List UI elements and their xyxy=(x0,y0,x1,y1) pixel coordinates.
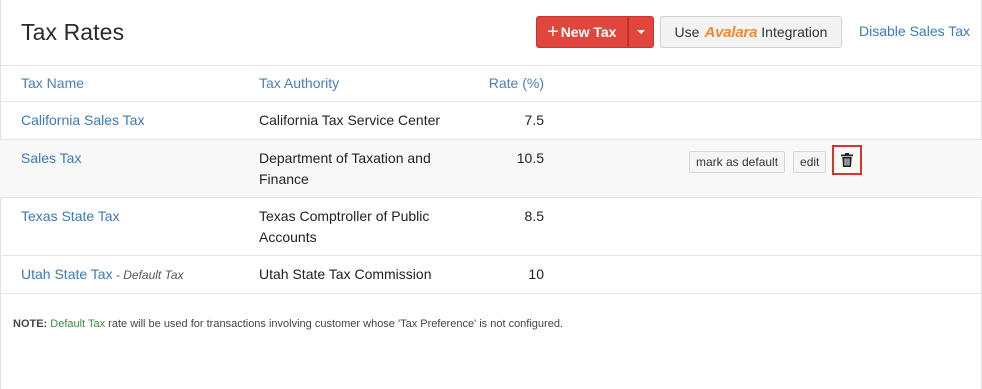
table-row: California Sales Tax California Tax Serv… xyxy=(0,101,982,140)
table-row: Sales Tax Department of Taxation and Fin… xyxy=(0,139,982,198)
table-row: Utah State Tax - Default Tax Utah State … xyxy=(0,255,982,294)
tax-authority-cell: Texas Comptroller of Public Accounts xyxy=(259,197,465,256)
tax-rate-cell: 7.5 xyxy=(465,101,544,140)
page-header: Tax Rates + New Tax Use Avalara Integrat… xyxy=(0,0,982,66)
tax-rate-cell: 8.5 xyxy=(465,197,544,256)
note-highlight: Default Tax xyxy=(50,318,106,330)
table-header-row: Tax Name Tax Authority Rate (%) xyxy=(0,66,982,102)
row-actions-cell xyxy=(544,255,982,294)
tax-authority-cell: Utah State Tax Commission xyxy=(259,255,465,294)
tax-rate-cell: 10 xyxy=(465,255,544,294)
mark-as-default-button[interactable]: mark as default xyxy=(689,151,786,173)
trash-icon xyxy=(841,152,854,167)
tax-rates-table: Tax Name Tax Authority Rate (%) Californ… xyxy=(0,66,982,294)
row-actions-cell: mark as default edit xyxy=(544,139,982,198)
tax-name-link[interactable]: Sales Tax xyxy=(21,150,81,166)
delete-button[interactable] xyxy=(832,144,863,175)
new-tax-dropdown-toggle[interactable] xyxy=(628,16,654,48)
default-tax-tag: - Default Tax xyxy=(112,267,184,282)
tax-authority-cell: California Tax Service Center xyxy=(259,101,465,140)
tax-name-cell: California Sales Tax xyxy=(0,101,259,140)
tax-name-link[interactable]: Texas State Tax xyxy=(21,208,120,224)
row-actions-cell xyxy=(544,197,982,256)
note-label: NOTE: xyxy=(13,318,48,330)
avalara-use-label: Use xyxy=(674,24,700,40)
tax-name-cell: Sales Tax xyxy=(0,139,259,198)
avalara-integration-label: Integration xyxy=(761,24,828,40)
column-header-tax-authority: Tax Authority xyxy=(259,66,465,102)
column-header-actions xyxy=(544,66,982,102)
tax-name-link[interactable]: Utah State Tax xyxy=(21,266,113,282)
caret-down-icon xyxy=(637,30,645,34)
tax-name-link[interactable]: California Sales Tax xyxy=(21,112,144,128)
avalara-integration-button[interactable]: Use Avalara Integration xyxy=(660,16,842,48)
tax-authority-cell: Department of Taxation and Finance xyxy=(259,139,465,198)
page-title: Tax Rates xyxy=(21,19,125,45)
tax-name-cell: Utah State Tax - Default Tax xyxy=(0,255,259,294)
footer-note: NOTE: Default Tax rate will be used for … xyxy=(13,318,563,330)
tax-name-cell: Texas State Tax xyxy=(0,197,259,256)
row-actions-cell xyxy=(544,101,982,140)
new-tax-button-group: + New Tax xyxy=(536,16,654,48)
note-text: rate will be used for transactions invol… xyxy=(105,318,563,330)
edit-button[interactable]: edit xyxy=(793,151,827,173)
row-actions: mark as default edit xyxy=(689,144,982,175)
new-tax-button[interactable]: + New Tax xyxy=(536,16,628,48)
column-header-rate: Rate (%) xyxy=(465,66,544,102)
new-tax-label: New Tax xyxy=(560,24,617,40)
disable-sales-tax-link[interactable]: Disable Sales Tax xyxy=(859,23,970,39)
table-row: Texas State Tax Texas Comptroller of Pub… xyxy=(0,197,982,256)
column-header-tax-name: Tax Name xyxy=(0,66,259,102)
plus-icon: + xyxy=(547,21,559,43)
avalara-logo: Avalara xyxy=(704,23,758,41)
tax-rate-cell: 10.5 xyxy=(465,139,544,198)
